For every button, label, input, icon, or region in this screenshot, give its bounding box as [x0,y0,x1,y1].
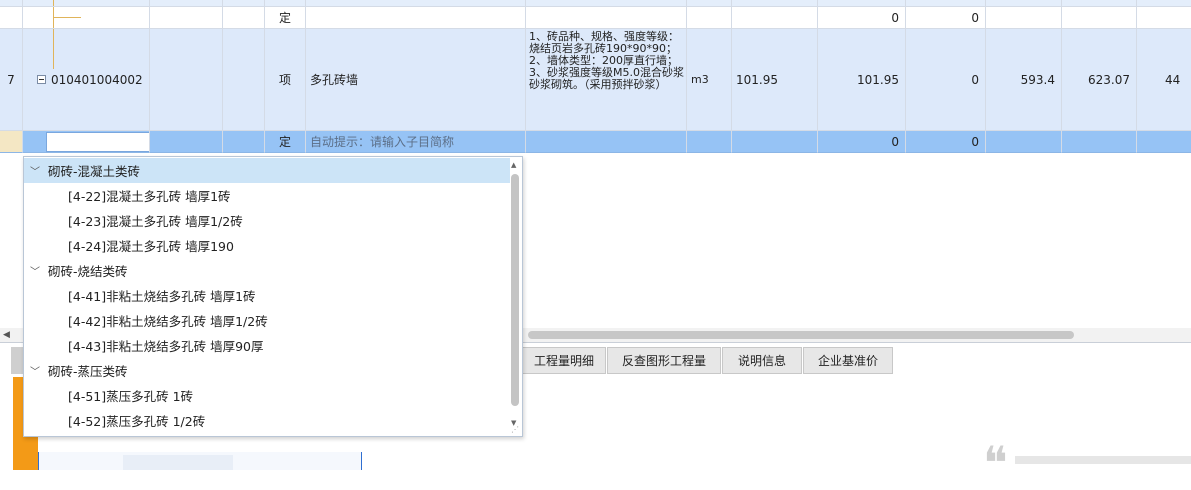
dropdown-item-label: [4-52]蒸压多孔砖 1/2砖 [68,414,206,429]
dropdown-item-label: [4-51]蒸压多孔砖 1砖 [68,389,194,404]
dropdown-option[interactable]: [4-42]非粘土烧结多孔砖 墙厚1/2砖 [24,308,510,333]
row-type-cell[interactable]: 定 [265,131,306,153]
chevron-down-icon[interactable]: ﹀ [30,363,44,378]
dropdown-item-label: [4-43]非粘土烧结多孔砖 墙厚90厚 [68,339,264,354]
row-type-cell[interactable]: 定 [265,7,306,29]
tree-line [53,0,54,6]
tree-branch [53,17,81,18]
dropdown-item-label: 砌砖-混凝土类砖 [48,164,141,179]
value-cell[interactable]: 0 [906,29,986,131]
grid-row-partial [0,0,1191,7]
chevron-down-icon[interactable]: ﹀ [30,263,44,278]
dropdown-option[interactable]: [4-22]混凝土多孔砖 墙厚1砖 [24,183,510,208]
chevron-down-icon[interactable]: ﹀ [30,163,44,178]
value-cell[interactable]: 0 [818,131,906,153]
decorative-line [1015,456,1191,464]
table-row-selected[interactable]: ··· 定 自动提示：请输入子目简称 0 0 [0,131,1191,153]
dropdown-item-label: [4-41]非粘土烧结多孔砖 墙厚1砖 [68,289,256,304]
dropdown-item-label: 砌砖-蒸压类砖 [48,364,128,379]
quantity-cell[interactable]: 101.95 [818,29,906,131]
unit-price-cell[interactable]: 593.4 [986,29,1062,131]
dropdown-list: ﹀ 砌砖-混凝土类砖 [4-22]混凝土多孔砖 墙厚1砖 [4-23]混凝土多孔砖 墙… [24,158,510,433]
dropdown-option[interactable]: [4-51]蒸压多孔砖 1砖 [24,383,510,408]
total-cell[interactable]: 44 [1137,29,1191,131]
quantity-expression-cell[interactable]: 101.95 [732,29,818,131]
dropdown-option[interactable]: [4-52]蒸压多孔砖 1/2砖 [24,408,510,433]
code-cell[interactable]: 010401004002 [23,29,150,131]
autocomplete-dropdown[interactable]: ﹀ 砌砖-混凝土类砖 [4-22]混凝土多孔砖 墙厚1砖 [4-23]混凝土多孔砖 墙… [23,156,523,437]
dropdown-item-label: [4-24]混凝土多孔砖 墙厚190 [68,239,234,254]
dropdown-group[interactable]: ﹀ 砌砖-混凝土类砖 [24,158,510,183]
item-description-cell[interactable]: 1、砖品种、规格、强度等级：烧结页岩多孔砖190*90*90；2、墙体类型：20… [526,29,687,131]
tab-strip-edge [11,347,23,374]
dropdown-option[interactable]: [4-41]非粘土烧结多孔砖 墙厚1砖 [24,283,510,308]
dropdown-item-label: [4-22]混凝土多孔砖 墙厚1砖 [68,189,231,204]
tab-enterprise-price[interactable]: 企业基准价 [803,347,893,374]
tab-description-info[interactable]: 说明信息 [722,347,802,374]
scrollbar-thumb[interactable] [511,174,519,406]
composite-price-cell[interactable]: 623.07 [1062,29,1137,131]
table-row-item-7[interactable]: 7 010401004002 项 多孔砖墙 1、砖品种、规格、强度等级：烧结页岩… [0,29,1191,131]
item-name-cell[interactable]: 多孔砖墙 [306,29,526,131]
scroll-up-icon[interactable]: ▲ [511,161,516,169]
resize-grip-icon[interactable]: ⋰ [511,425,519,434]
scroll-left-icon[interactable]: ◀ [3,330,10,340]
row-selector[interactable] [0,131,23,153]
row-type-cell[interactable]: 项 [265,29,306,131]
value-cell[interactable]: 0 [906,131,986,153]
tab-reverse-lookup[interactable]: 反查图形工程量 [607,347,721,374]
dropdown-item-label: [4-42]非粘土烧结多孔砖 墙厚1/2砖 [68,314,268,329]
dropdown-item-label: [4-23]混凝土多孔砖 墙厚1/2砖 [68,214,243,229]
tab-quantity-detail[interactable]: 工程量明细 [522,347,606,374]
value-cell[interactable]: 0 [818,7,906,29]
collapse-icon[interactable] [37,75,46,84]
dropdown-option[interactable]: [4-23]混凝土多孔砖 墙厚1/2砖 [24,208,510,233]
unit-cell[interactable]: m3 [687,29,732,131]
item-code: 010401004002 [51,72,143,87]
dropdown-group[interactable]: ﹀ 砌砖-烧结类砖 [24,258,510,283]
decorative-graphic [123,455,233,470]
name-autocomplete-input[interactable]: 自动提示：请输入子目简称 [306,131,526,153]
value-cell[interactable]: 0 [906,7,986,29]
row-number: 7 [0,29,23,131]
dropdown-option[interactable]: [4-24]混凝土多孔砖 墙厚190 [24,233,510,258]
dropdown-group[interactable]: ﹀ 砌砖-蒸压类砖 [24,358,510,383]
dropdown-scrollbar[interactable]: ▲ ▼ [510,161,520,431]
scrollbar-thumb[interactable] [528,331,1074,339]
code-input[interactable]: ··· [46,132,149,152]
quote-icon: ❝ [983,436,1008,490]
tree-line [53,29,54,69]
table-row[interactable]: 定 0 0 [0,7,1191,29]
dropdown-option[interactable]: [4-43]非粘土烧结多孔砖 墙厚90厚 [24,333,510,358]
dropdown-item-label: 砌砖-烧结类砖 [48,264,128,279]
